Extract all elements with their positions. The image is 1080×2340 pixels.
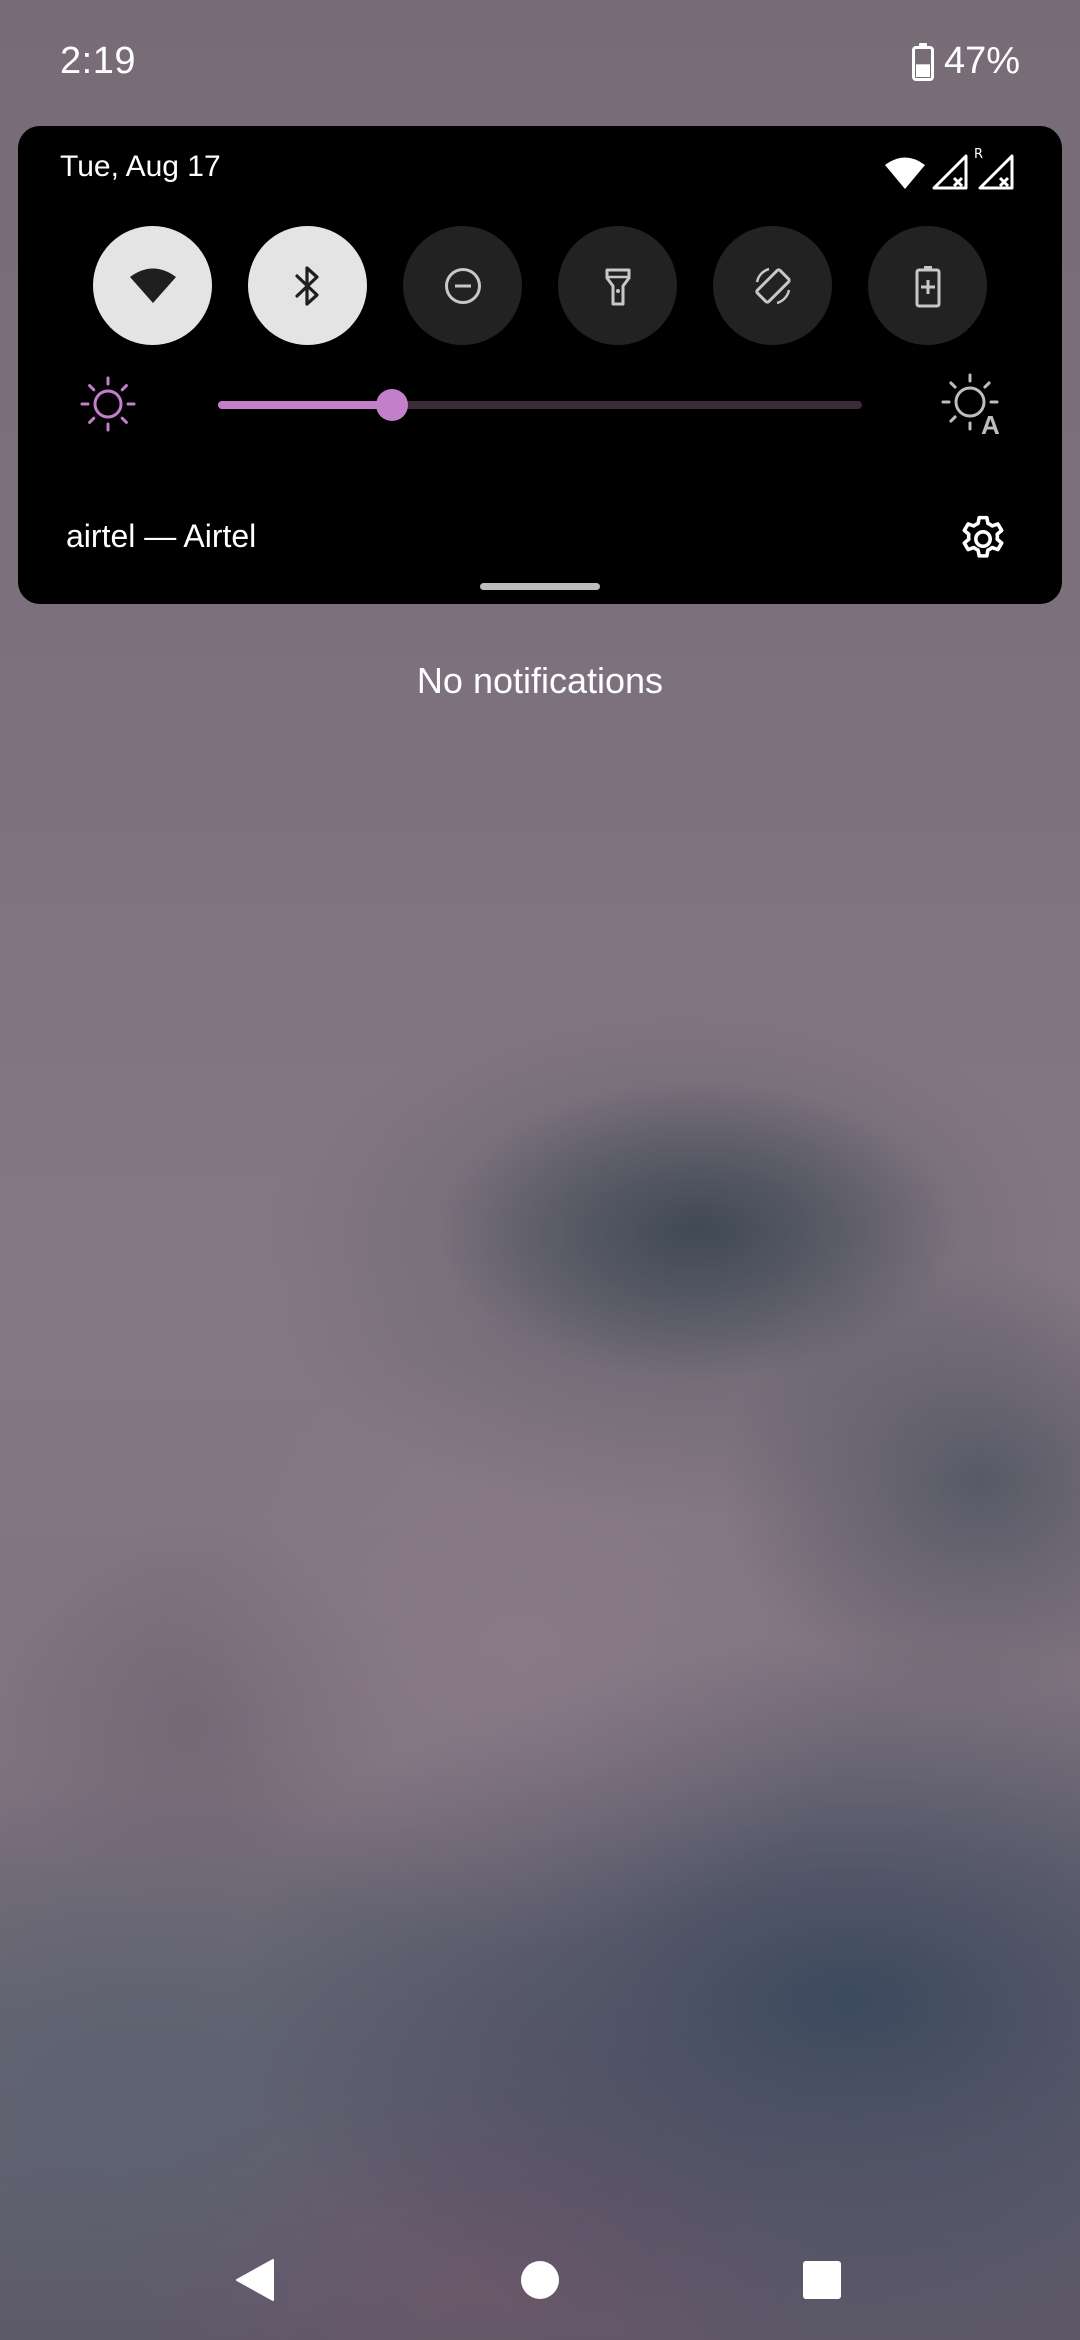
recents-square-icon — [803, 2261, 841, 2299]
qs-signal-indicators: R — [884, 146, 1014, 190]
status-clock: 2:19 — [60, 40, 136, 82]
settings-gear-icon[interactable] — [956, 512, 1010, 566]
navigation-bar — [0, 2220, 1080, 2340]
tile-auto-rotate[interactable] — [713, 226, 832, 345]
no-notifications-text: No notifications — [416, 660, 664, 701]
nav-recents-button[interactable] — [792, 2250, 852, 2310]
home-circle-icon — [521, 2261, 559, 2299]
auto-rotate-icon — [754, 267, 791, 304]
tile-do-not-disturb[interactable] — [403, 226, 522, 345]
tile-wifi[interactable] — [93, 226, 212, 345]
brightness-auto-label: A — [981, 410, 1000, 438]
nav-home-button[interactable] — [510, 2250, 570, 2310]
brightness-row: A — [18, 373, 1062, 438]
brightness-low-icon — [80, 376, 136, 432]
tile-flashlight[interactable] — [558, 226, 677, 345]
tile-bluetooth[interactable] — [248, 226, 367, 345]
tile-battery-saver[interactable] — [868, 226, 987, 345]
wifi-icon — [129, 268, 176, 303]
brightness-slider-thumb[interactable] — [375, 389, 408, 421]
panel-drag-handle[interactable] — [480, 583, 600, 590]
brightness-slider-fill — [218, 401, 392, 409]
status-bar: 2:19 47% — [0, 0, 1080, 126]
brightness-auto-icon[interactable]: A — [940, 372, 1006, 438]
do-not-disturb-icon — [444, 267, 481, 304]
qs-tiles — [93, 226, 987, 345]
sim2-roaming-no-signal-icon: R — [974, 147, 1014, 190]
quick-settings-panel: Tue, Aug 17 R A airtel — Airtel — [18, 126, 1062, 604]
battery-indicator: 47% — [911, 40, 1020, 83]
qs-date[interactable]: Tue, Aug 17 — [60, 150, 221, 184]
back-triangle-icon — [236, 2259, 274, 2301]
battery-saver-icon — [915, 265, 940, 307]
nav-back-button[interactable] — [225, 2250, 285, 2310]
bluetooth-icon — [294, 265, 319, 306]
battery-percent: 47% — [943, 40, 1020, 82]
sim1-no-signal-icon — [932, 154, 968, 190]
flashlight-icon — [605, 268, 630, 305]
brightness-slider[interactable] — [218, 389, 862, 421]
roaming-label: R — [974, 147, 983, 162]
wifi-status-icon — [885, 157, 925, 189]
carrier-label: airtel — Airtel — [66, 518, 257, 554]
battery-icon — [911, 42, 934, 81]
